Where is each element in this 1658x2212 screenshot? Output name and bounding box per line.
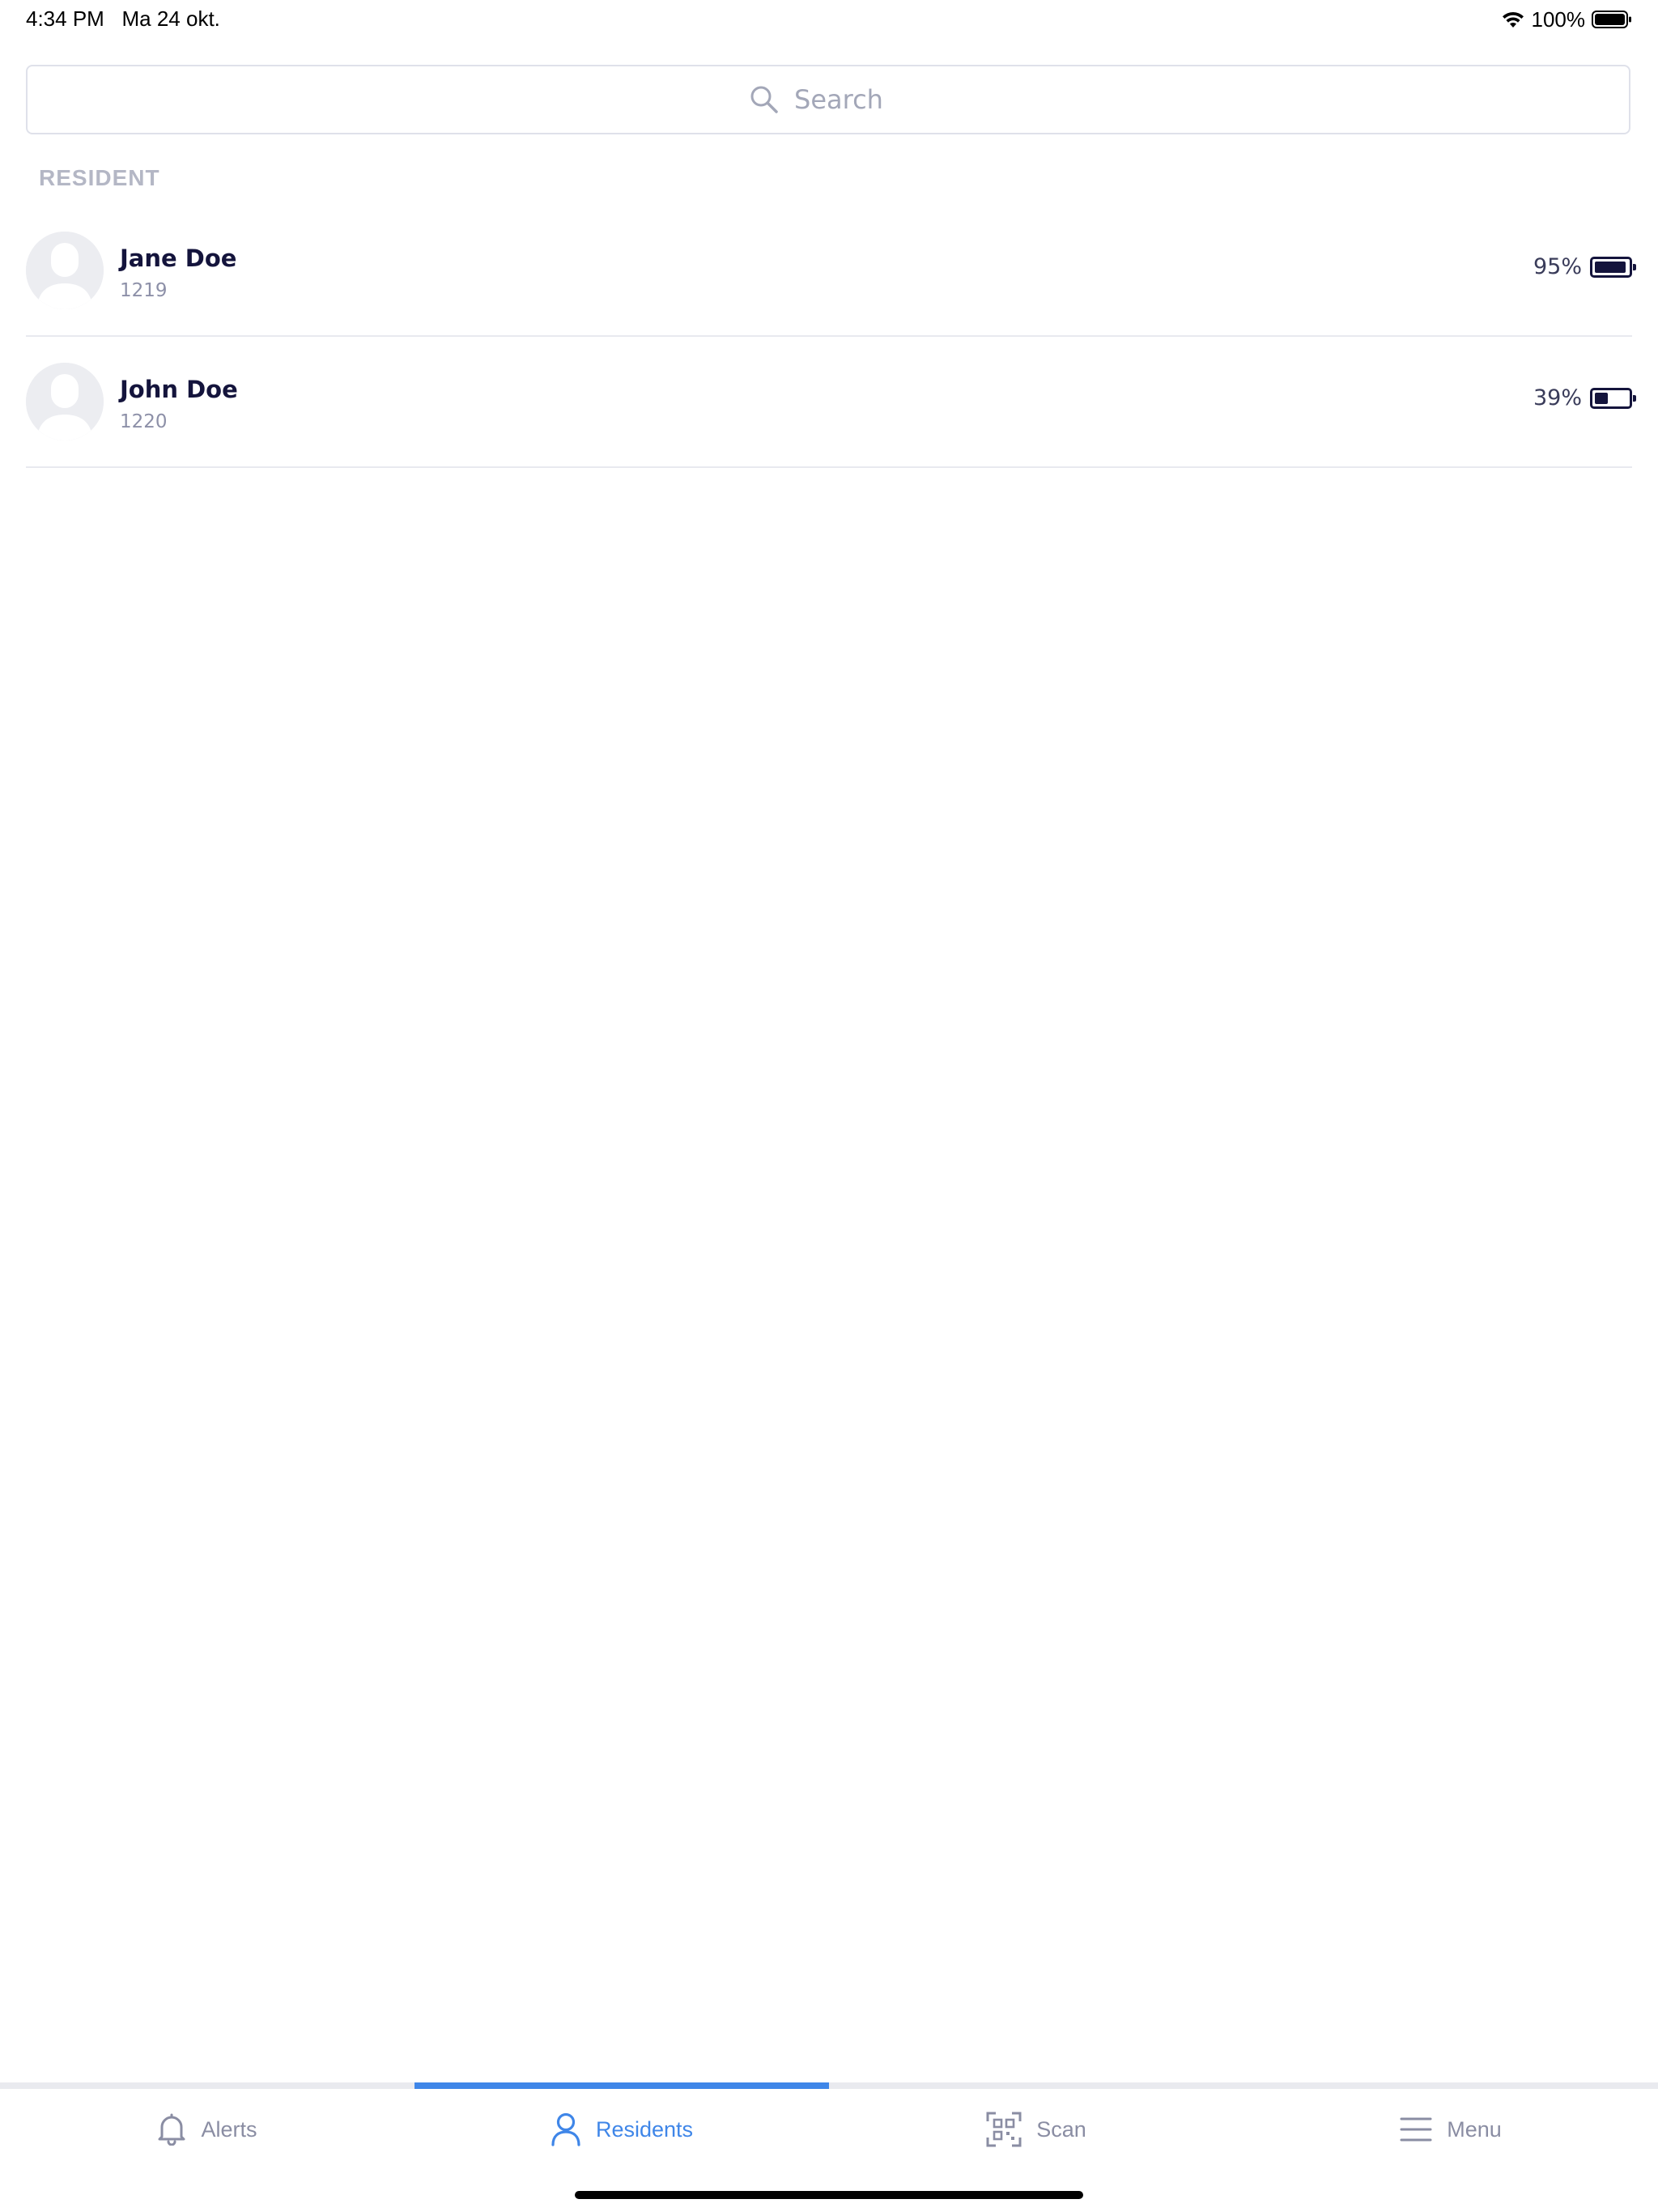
avatar bbox=[26, 232, 104, 309]
tab-label: Alerts bbox=[201, 2116, 257, 2142]
resident-row[interactable]: Jane Doe 1219 95% bbox=[26, 206, 1636, 337]
tab-label: Scan bbox=[1036, 2116, 1086, 2142]
tab-menu[interactable]: Menu bbox=[1244, 2089, 1658, 2170]
resident-list: Jane Doe 1219 95% John Doe 1220 39% bbox=[26, 206, 1636, 468]
qr-scan-icon bbox=[986, 2112, 1022, 2147]
resident-id: 1219 bbox=[120, 280, 168, 301]
tab-residents[interactable]: Residents bbox=[414, 2089, 829, 2170]
battery-status: 39% bbox=[1533, 385, 1636, 410]
status-time: 4:34 PM Ma 24 okt. bbox=[26, 6, 220, 31]
battery-nub bbox=[1633, 394, 1636, 402]
app-root: 4:34 PM Ma 24 okt. 100% RESIDENT bbox=[0, 0, 1658, 2212]
status-right: 100% bbox=[1501, 6, 1633, 32]
avatar-placeholder-icon bbox=[26, 363, 104, 440]
search-icon bbox=[750, 86, 778, 113]
resident-row[interactable]: John Doe 1220 39% bbox=[26, 337, 1636, 468]
tab-label: Menu bbox=[1447, 2116, 1502, 2142]
avatar bbox=[26, 363, 104, 440]
bell-icon bbox=[158, 2113, 185, 2146]
tab-label: Residents bbox=[595, 2116, 694, 2142]
battery-icon bbox=[1590, 387, 1636, 409]
resident-name: Jane Doe bbox=[120, 245, 237, 272]
status-bar: 4:34 PM Ma 24 okt. 100% bbox=[0, 0, 1658, 39]
status-battery-icon bbox=[1592, 11, 1631, 28]
tab-alerts[interactable]: Alerts bbox=[0, 2089, 414, 2170]
tab-scan[interactable]: Scan bbox=[829, 2089, 1244, 2170]
battery-percent: 95% bbox=[1533, 254, 1582, 279]
wifi-icon bbox=[1502, 11, 1524, 28]
hamburger-menu-icon bbox=[1400, 2117, 1432, 2142]
avatar-placeholder-icon bbox=[26, 232, 104, 309]
section-header: RESIDENT bbox=[39, 165, 160, 190]
search-input[interactable] bbox=[794, 84, 908, 115]
person-icon bbox=[551, 2112, 580, 2146]
resident-name: John Doe bbox=[120, 376, 238, 403]
battery-fill bbox=[1595, 261, 1626, 273]
battery-status: 95% bbox=[1533, 254, 1636, 279]
search-box[interactable] bbox=[26, 65, 1630, 134]
home-indicator bbox=[575, 2191, 1083, 2199]
active-tab-indicator bbox=[414, 2082, 829, 2089]
battery-nub bbox=[1633, 263, 1636, 270]
battery-percent: 39% bbox=[1533, 385, 1582, 410]
battery-icon bbox=[1590, 256, 1636, 278]
battery-fill bbox=[1595, 392, 1608, 404]
status-battery-percent: 100% bbox=[1531, 6, 1586, 32]
resident-id: 1220 bbox=[120, 411, 168, 432]
